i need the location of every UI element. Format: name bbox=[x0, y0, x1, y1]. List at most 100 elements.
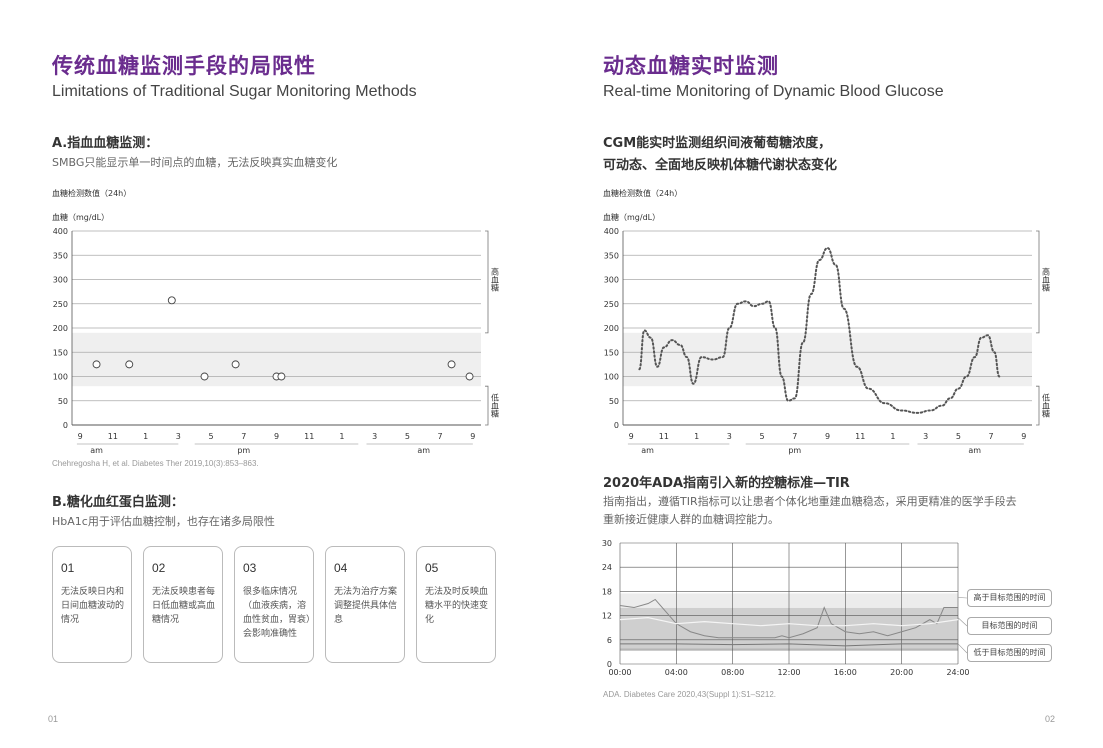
high-glucose-bracket bbox=[1036, 230, 1040, 334]
y-tick-label: 0 bbox=[63, 421, 68, 430]
tir-desc-line-1: 指南指出，遵循TIR指标可以让患者个体化地重建血糖稳态，采用更精准的医学手段去 bbox=[603, 495, 1017, 508]
y-axis-label: 血糖（mg/dL） bbox=[52, 212, 109, 222]
left-reference: Chehregosha H, et al. Diabetes Ther 2019… bbox=[52, 459, 259, 468]
card-number: 05 bbox=[425, 561, 439, 575]
cgm-line-1: CGM能实时监测组织间液葡萄糖浓度， bbox=[603, 136, 832, 151]
y-axis-label: 血糖（mg/dL） bbox=[603, 212, 660, 222]
left-subtitle: Limitations of Traditional Sugar Monitor… bbox=[52, 83, 417, 100]
period-label: am bbox=[90, 446, 103, 455]
x-tick-label: 9 bbox=[629, 432, 634, 441]
legend-in-range: 目标范围的时间 bbox=[967, 617, 1052, 635]
x-tick-label: 1 bbox=[143, 432, 148, 441]
legend-below-range: 低于目标范围的时间 bbox=[967, 644, 1052, 662]
left-page-number: 01 bbox=[48, 714, 59, 724]
period-label: am bbox=[641, 446, 654, 455]
right-chart-caption: 血糖检测数值（24h） bbox=[603, 189, 683, 198]
x-tick-label: 3 bbox=[372, 432, 377, 441]
card-text: 无法及时反映血糖水平的快速变化 bbox=[425, 587, 489, 625]
tir-heading: 2020年ADA指南引入新的控糖标准—TIR bbox=[603, 476, 850, 491]
x-tick-label: 1 bbox=[694, 432, 699, 441]
period-label: pm bbox=[788, 446, 801, 455]
smbg-reading-point bbox=[92, 360, 101, 369]
y-tick-label: 250 bbox=[604, 300, 619, 309]
y-tick-label: 150 bbox=[53, 348, 68, 357]
x-tick-label: 3 bbox=[176, 432, 181, 441]
legend-leader-line bbox=[957, 617, 968, 627]
right-subtitle: Real-time Monitoring of Dynamic Blood Gl… bbox=[603, 83, 944, 100]
smbg-reading-point bbox=[447, 360, 456, 369]
card-text: 无法为治疗方案调整提供具体信息 bbox=[334, 587, 398, 625]
x-tick-label: 11 bbox=[855, 432, 865, 441]
smbg-reading-point bbox=[125, 360, 134, 369]
low-glucose-label: 低血糖 bbox=[1042, 393, 1051, 419]
x-tick-label: 00:00 bbox=[608, 668, 631, 677]
smbg-reading-point bbox=[200, 372, 209, 381]
right-chart: 血糖（mg/dL）0501001502002503003504009 11 1 3 5 7… bbox=[603, 212, 1051, 455]
x-tick-label: 04:00 bbox=[665, 668, 688, 677]
y-tick-label: 100 bbox=[53, 373, 68, 382]
section-b-desc: HbA1c用于评估血糖控制，也存在诸多局限性 bbox=[52, 515, 275, 528]
x-tick-label: 11 bbox=[659, 432, 669, 441]
low-glucose-bracket bbox=[1036, 385, 1040, 426]
y-tick-label: 0 bbox=[614, 421, 619, 430]
card-number: 04 bbox=[334, 561, 348, 575]
limitation-card: 03 很多临床情况（血液疾病，溶血性贫血，胃衰）会影响准确性 bbox=[234, 546, 314, 663]
card-text: 无法反映日内和日间血糖波动的情况 bbox=[61, 587, 125, 625]
y-tick-label: 30 bbox=[602, 539, 612, 548]
limitation-card: 02 无法反映患者每日低血糖或高血糖情况 bbox=[143, 546, 223, 663]
y-tick-label: 24 bbox=[602, 563, 612, 572]
x-tick-label: 7 bbox=[792, 432, 797, 441]
section-a-heading: A.指血血糖监测： bbox=[52, 136, 159, 151]
y-tick-label: 350 bbox=[53, 251, 68, 260]
x-tick-label: 1 bbox=[339, 432, 344, 441]
x-tick-label: 3 bbox=[727, 432, 732, 441]
x-tick-label: 7 bbox=[989, 432, 994, 441]
period-label: am bbox=[417, 446, 430, 455]
x-tick-label: 5 bbox=[760, 432, 765, 441]
y-tick-label: 50 bbox=[609, 397, 619, 406]
legend-above-range: 高于目标范围的时间 bbox=[967, 589, 1052, 607]
low-glucose-bracket bbox=[485, 385, 489, 426]
high-glucose-label: 高血糖 bbox=[491, 267, 500, 293]
y-tick-label: 100 bbox=[604, 373, 619, 382]
card-number: 03 bbox=[243, 561, 257, 575]
y-tick-label: 200 bbox=[604, 324, 619, 333]
x-tick-label: 24:00 bbox=[946, 668, 969, 677]
x-tick-label: 3 bbox=[923, 432, 928, 441]
period-label: am bbox=[968, 446, 981, 455]
y-tick-label: 300 bbox=[604, 276, 619, 285]
high-glucose-bracket bbox=[485, 230, 489, 334]
y-tick-label: 18 bbox=[602, 587, 612, 596]
y-tick-label: 200 bbox=[53, 324, 68, 333]
y-tick-label: 250 bbox=[53, 300, 68, 309]
limitation-card: 01 无法反映日内和日间血糖波动的情况 bbox=[52, 546, 132, 663]
y-tick-label: 150 bbox=[604, 348, 619, 357]
cgm-glucose-curve bbox=[638, 246, 1001, 414]
card-text: 很多临床情况（血液疾病，溶血性贫血，胃衰）会影响准确性 bbox=[243, 587, 311, 639]
x-tick-label: 20:00 bbox=[890, 668, 913, 677]
card-text: 无法反映患者每日低血糖或高血糖情况 bbox=[152, 587, 216, 625]
low-glucose-label: 低血糖 bbox=[491, 393, 500, 419]
x-tick-label: 5 bbox=[209, 432, 214, 441]
x-tick-label: 11 bbox=[108, 432, 118, 441]
x-tick-label: 9 bbox=[1021, 432, 1026, 441]
tir-desc-line-2: 重新接近健康人群的血糖调控能力。 bbox=[603, 513, 779, 526]
x-tick-label: 9 bbox=[274, 432, 279, 441]
legend-leader-line bbox=[957, 597, 968, 599]
x-tick-label: 9 bbox=[78, 432, 83, 441]
x-tick-label: 08:00 bbox=[721, 668, 744, 677]
cgm-line-2: 可动态、全面地反映机体糖代谢状态变化 bbox=[603, 158, 838, 173]
right-page-number: 02 bbox=[1045, 714, 1056, 724]
y-tick-label: 400 bbox=[53, 227, 68, 236]
right-title: 动态血糖实时监测 bbox=[603, 54, 779, 78]
x-tick-label: 12:00 bbox=[777, 668, 800, 677]
x-tick-label: 16:00 bbox=[834, 668, 857, 677]
smbg-reading-point bbox=[277, 372, 286, 381]
smbg-reading-point bbox=[167, 296, 176, 305]
x-tick-label: 7 bbox=[241, 432, 246, 441]
x-tick-label: 9 bbox=[470, 432, 475, 441]
x-tick-label: 11 bbox=[304, 432, 314, 441]
x-tick-label: 7 bbox=[438, 432, 443, 441]
section-b-heading: B.糖化血红蛋白监测： bbox=[52, 495, 184, 510]
left-chart: 血糖（mg/dL）0501001502002503003504009 11 1 3 5 7… bbox=[52, 212, 500, 455]
